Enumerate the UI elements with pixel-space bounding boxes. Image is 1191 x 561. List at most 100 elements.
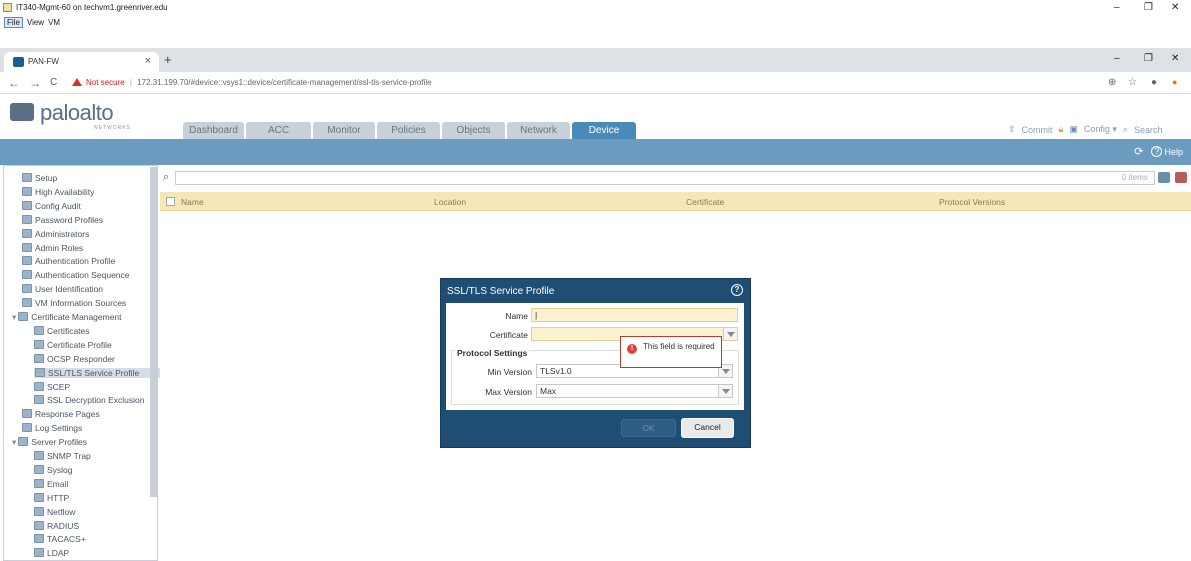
select-all-checkbox[interactable] — [166, 197, 175, 206]
browser-restore-button[interactable]: ❐ — [1144, 53, 1153, 64]
commit-button[interactable]: Commit — [1022, 125, 1053, 135]
expand-toggle-icon[interactable]: ▾ — [12, 437, 16, 447]
sidebar-item-icon — [34, 534, 44, 544]
max-version-select[interactable]: Max — [536, 384, 733, 398]
sidebar-item[interactable]: Log Settings — [22, 423, 82, 433]
chevron-down-icon[interactable] — [718, 385, 732, 397]
ok-button[interactable]: OK — [621, 419, 676, 437]
not-secure-label: Not secure — [86, 78, 125, 87]
sidebar-item-icon — [34, 506, 44, 516]
vm-title-bar: IT340-Mgmt-60 on techvm1.greenriver.edu … — [0, 0, 1191, 15]
browser-close-button[interactable]: ✕ — [1171, 53, 1179, 64]
sidebar-item[interactable]: TACACS+ — [34, 534, 86, 544]
col-protocol-versions[interactable]: Protocol Versions — [939, 197, 1005, 207]
sidebar-item-icon — [22, 270, 32, 280]
vm-menu-view[interactable]: View — [27, 18, 44, 27]
sidebar-item[interactable]: User Identification — [22, 284, 103, 294]
profile-icon[interactable]: ● — [1151, 77, 1157, 88]
browser-tab-strip: – ❐ ✕ — [0, 48, 1191, 72]
col-name[interactable]: Name — [181, 197, 204, 207]
dialog-help-icon[interactable]: ? — [731, 284, 743, 296]
logo-word: paloalto — [40, 100, 114, 125]
chevron-down-icon[interactable] — [723, 328, 737, 340]
sidebar-item[interactable]: Certificate Profile — [34, 339, 112, 350]
dialog-title: SSL/TLS Service Profile — [447, 286, 555, 297]
tab-dashboard[interactable]: Dashboard — [183, 122, 244, 139]
sidebar-item[interactable]: Config Audit — [22, 200, 81, 211]
sidebar-item[interactable]: ▾ Server Profiles — [12, 437, 87, 448]
tooltip-text: This field is required — [643, 342, 715, 351]
vm-minimize-button[interactable]: – — [1114, 2, 1120, 13]
sidebar-item[interactable]: HTTP — [34, 492, 69, 503]
sidebar-item-label: Setup — [35, 173, 58, 183]
sidebar-item[interactable]: Admin Roles — [22, 242, 83, 253]
clear-filter-icon[interactable] — [1175, 172, 1187, 183]
sidebar-item[interactable]: VM Information Sources — [22, 298, 126, 308]
browser-minimize-button[interactable]: – — [1114, 53, 1120, 64]
sidebar-item[interactable]: Setup — [22, 173, 57, 183]
lock-icon[interactable]: 🔒︎ — [1059, 124, 1064, 135]
sidebar-item-label: Email — [47, 478, 69, 489]
new-tab-button[interactable]: + — [164, 52, 172, 67]
sidebar-item[interactable]: LDAP — [34, 548, 69, 558]
sidebar-item[interactable]: SCEP — [34, 381, 70, 392]
browser-tab[interactable]: PAN-FW × — [4, 52, 159, 72]
sidebar-item[interactable]: SSL Decryption Exclusion — [34, 395, 144, 405]
tab-close-icon[interactable]: × — [145, 55, 151, 67]
reload-icon[interactable]: C — [50, 77, 57, 88]
config-button[interactable]: Config ▾ — [1084, 124, 1117, 135]
vm-restore-button[interactable]: ❐ — [1144, 2, 1153, 13]
apply-filter-icon[interactable] — [1158, 172, 1170, 183]
sidebar-item[interactable]: ▾ Certificate Management — [12, 312, 122, 323]
sidebar-item-icon — [34, 339, 44, 349]
sidebar-item-icon — [18, 437, 29, 447]
sidebar-item[interactable]: OCSP Responder — [34, 353, 115, 364]
help-icon[interactable]: ? — [1151, 146, 1163, 157]
tab-acc[interactable]: ACC — [246, 122, 311, 139]
tab-monitor[interactable]: Monitor — [313, 122, 375, 139]
col-certificate[interactable]: Certificate — [686, 197, 724, 207]
back-icon[interactable]: ← — [8, 76, 20, 90]
favicon-icon — [13, 57, 24, 67]
vm-close-button[interactable]: ✕ — [1171, 2, 1179, 13]
expand-toggle-icon[interactable]: ▾ — [12, 312, 16, 322]
sidebar-item[interactable]: Syslog — [34, 464, 73, 475]
sidebar-item[interactable]: SNMP Trap — [34, 451, 91, 461]
sidebar-item-label: OCSP Responder — [47, 353, 115, 364]
sidebar-item-label: Syslog — [47, 464, 73, 475]
filter-input[interactable] — [175, 171, 1155, 185]
tab-objects[interactable]: Objects — [442, 122, 505, 139]
table-header: Name Location Certificate Protocol Versi… — [160, 192, 1191, 211]
forward-icon[interactable]: → — [29, 76, 41, 90]
tab-network[interactable]: Network — [507, 122, 570, 139]
tab-policies[interactable]: Policies — [377, 122, 440, 139]
col-location[interactable]: Location — [434, 197, 466, 207]
sidebar-item[interactable]: Netflow — [34, 506, 75, 517]
sidebar-item[interactable]: Authentication Profile — [22, 256, 115, 266]
help-link[interactable]: Help — [1164, 147, 1183, 157]
sidebar-item[interactable]: Administrators — [22, 228, 89, 239]
sidebar-item[interactable]: High Availability — [22, 186, 94, 197]
cancel-button[interactable]: Cancel — [681, 418, 734, 438]
sidebar-item[interactable]: Password Profiles — [22, 214, 103, 225]
sidebar-item[interactable]: Authentication Sequence — [22, 270, 130, 280]
url-field[interactable]: Not secure | 172.31.199.70/#device::vsys… — [72, 78, 432, 87]
filter-search-icon: ⌕ — [163, 171, 170, 183]
bookmark-star-icon[interactable]: ☆ — [1128, 77, 1137, 88]
sidebar-item-icon — [22, 186, 32, 196]
search-button[interactable]: Search — [1134, 125, 1163, 135]
sidebar-scrollbar[interactable] — [150, 167, 158, 497]
vm-menu-vm[interactable]: VM — [48, 18, 60, 27]
sidebar-item-label: LDAP — [47, 548, 70, 559]
zoom-icon[interactable]: ⊕ — [1108, 77, 1116, 88]
vm-menu-file[interactable]: File — [4, 16, 23, 28]
sidebar-item[interactable]: Response Pages — [22, 409, 100, 419]
sidebar-item[interactable]: Certificates — [34, 325, 90, 336]
sidebar-item[interactable]: RADIUS — [34, 520, 79, 531]
tab-device[interactable]: Device — [572, 122, 636, 139]
sidebar-item[interactable]: Email — [34, 478, 69, 489]
refresh-icon[interactable]: ⟳ — [1134, 145, 1143, 158]
extension-icon[interactable]: ● — [1172, 77, 1177, 87]
url-text: 172.31.199.70/#device::vsys1::device/cer… — [137, 78, 432, 87]
name-field[interactable]: | — [531, 308, 738, 322]
